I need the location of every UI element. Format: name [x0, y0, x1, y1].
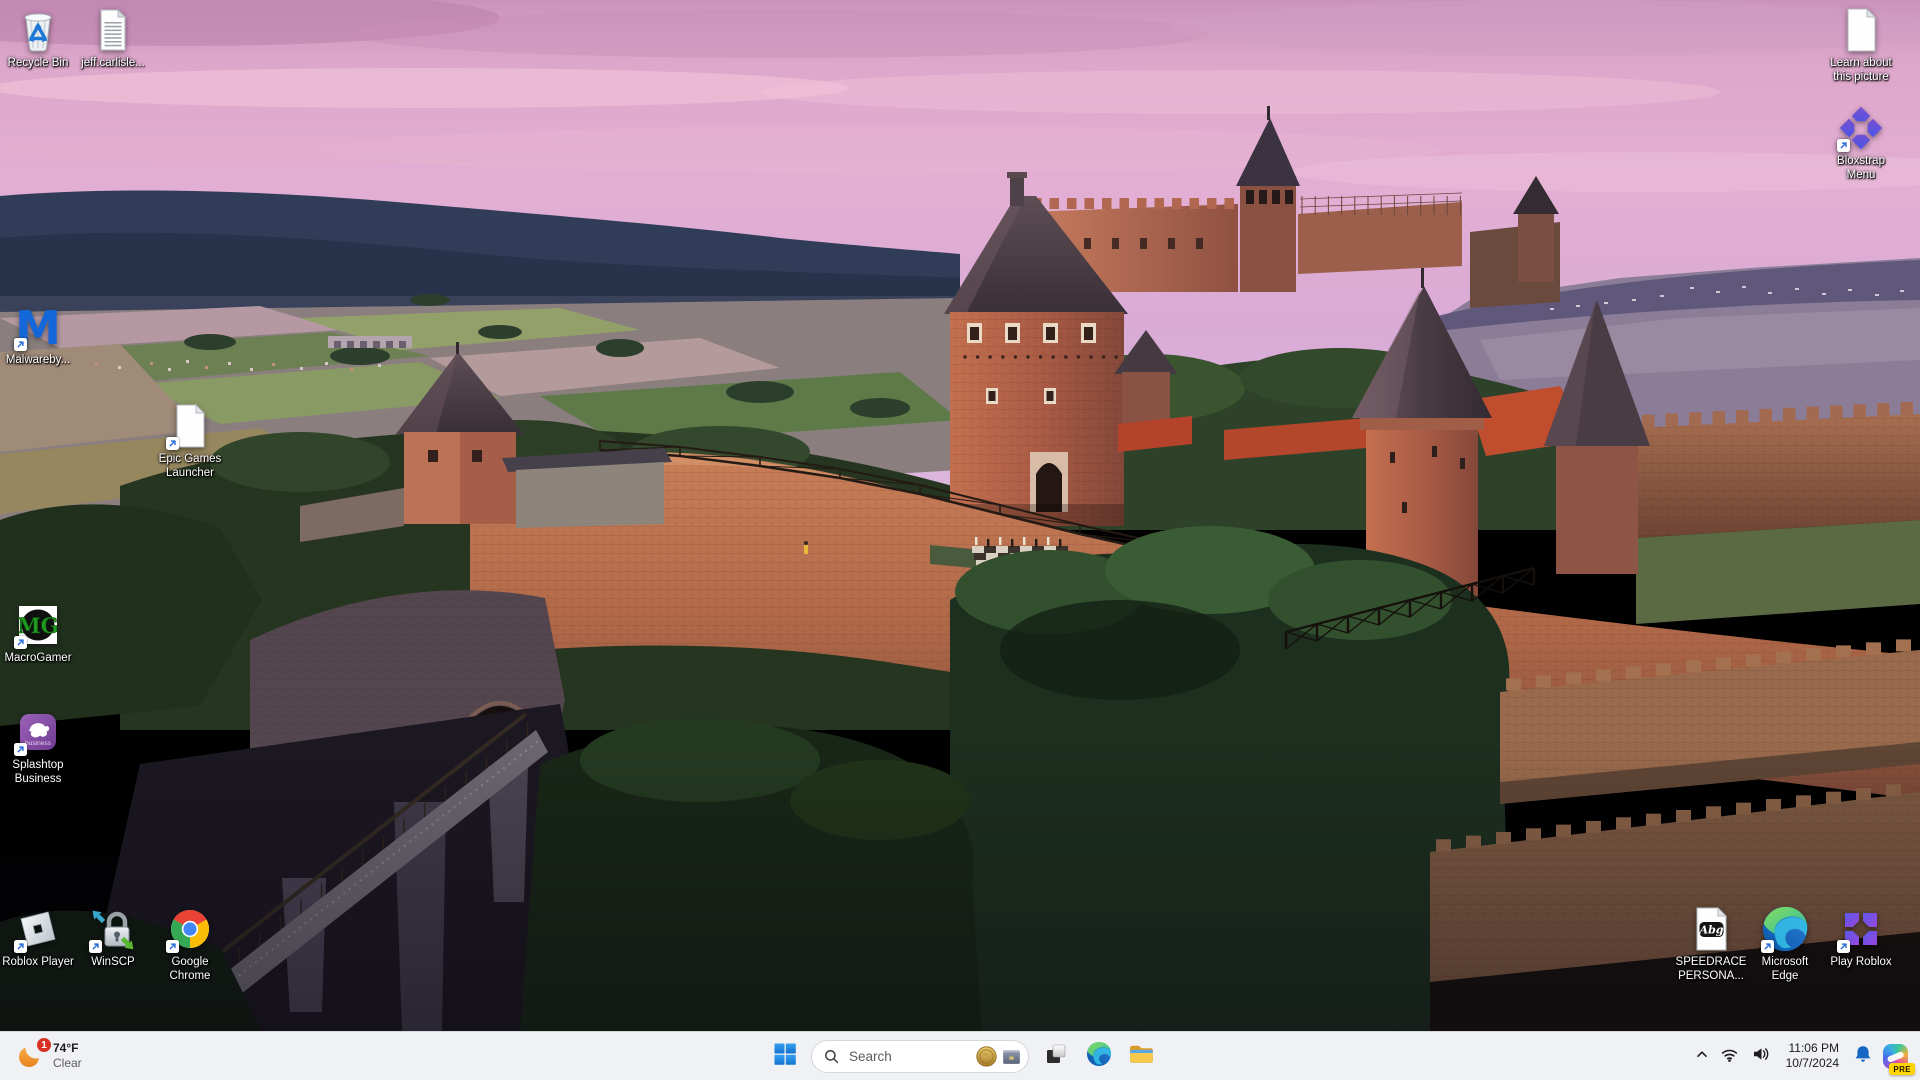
microsoft-edge-icon: [1086, 1041, 1112, 1072]
clock-button[interactable]: 11:06 PM 10/7/2024: [1786, 1041, 1839, 1071]
desktop-icon-epic-games-launcher[interactable]: Epic Games Launcher: [152, 402, 228, 480]
desktop-icon-microsoft-edge[interactable]: Microsoft Edge: [1747, 905, 1823, 983]
search-icon: [824, 1049, 839, 1064]
roblox-icon: [14, 905, 62, 953]
edge-icon: [1761, 905, 1809, 953]
desktop-icon-jeff-carlisle-document[interactable]: jeff.carlisle...: [75, 6, 151, 71]
svg-text:MG: MG: [17, 613, 58, 638]
edge-taskbar-button[interactable]: [1079, 1036, 1119, 1076]
desktop-icon-google-chrome[interactable]: Google Chrome: [152, 905, 228, 983]
weather-condition: Clear: [53, 1056, 82, 1071]
doc-blank-icon: [166, 402, 214, 450]
recycle-icon: [14, 6, 62, 54]
splashtop-icon: business: [14, 708, 62, 756]
shortcut-arrow-icon: [1837, 940, 1850, 953]
pinned-squares-app-button[interactable]: [1036, 1036, 1076, 1076]
shortcut-arrow-icon: [14, 940, 27, 953]
wifi-button[interactable]: [1715, 1036, 1745, 1076]
svg-text:business: business: [25, 740, 51, 747]
widgets-weather-button[interactable]: 1 74°F Clear: [6, 1032, 92, 1080]
shortcut-arrow-icon: [1837, 139, 1850, 152]
desktop: Recycle Bin jeff.carlisle... Learn about…: [0, 0, 1920, 1080]
desktop-icon-play-roblox[interactable]: Play Roblox: [1823, 905, 1899, 970]
desktop-icon-malwarebytes[interactable]: M Malwareby...: [0, 303, 76, 368]
file-explorer-button[interactable]: [1122, 1036, 1162, 1076]
desktop-icon-learn-about-this-picture[interactable]: Learn about this picture: [1823, 6, 1899, 84]
windows-logo-icon: [773, 1042, 797, 1071]
desktop-icon-label: jeff.carlisle...: [75, 57, 151, 71]
search-highlight-medal-icon: [975, 1045, 998, 1068]
desktop-icon-splashtop-business[interactable]: business Splashtop Business: [0, 708, 76, 786]
weather-moon-icon: 1: [16, 1041, 46, 1071]
widgets-notification-badge: 1: [36, 1037, 52, 1053]
desktop-icon-label: Roblox Player: [0, 956, 76, 970]
doc-lines-icon: [89, 6, 137, 54]
wifi-icon: [1720, 1045, 1739, 1068]
macrogamer-icon: MG: [14, 601, 62, 649]
speaker-icon: [1751, 1045, 1770, 1068]
desktop-icon-label: MacroGamer: [0, 652, 76, 666]
desktop-icon-label: Bloxstrap Menu: [1823, 155, 1899, 182]
date-label: 10/7/2024: [1786, 1056, 1839, 1071]
desktop-icon-recycle-bin[interactable]: Recycle Bin: [0, 6, 76, 71]
volume-button[interactable]: [1745, 1036, 1777, 1076]
bell-icon: [1853, 1044, 1873, 1069]
desktop-icon-speedrace-persona-font[interactable]: Abg SPEEDRACE PERSONA...: [1673, 905, 1749, 983]
search-highlight-case-icon: [1000, 1045, 1023, 1068]
desktop-icons-layer: Recycle Bin jeff.carlisle... Learn about…: [0, 0, 1920, 1032]
desktop-icon-label: Learn about this picture: [1823, 57, 1899, 84]
shortcut-arrow-icon: [166, 437, 179, 450]
desktop-icon-winscp[interactable]: WinSCP: [75, 905, 151, 970]
chevron-up-icon: [1694, 1046, 1710, 1067]
desktop-icon-label: Google Chrome: [152, 956, 228, 983]
desktop-icon-label: Malwareby...: [0, 354, 76, 368]
taskbar: 1 74°F Clear: [0, 1031, 1920, 1080]
blox-diamond-icon: [1837, 104, 1885, 152]
desktop-icon-label: Splashtop Business: [0, 759, 76, 786]
desktop-icon-macrogamer[interactable]: MG MacroGamer: [0, 601, 76, 666]
shortcut-arrow-icon: [1761, 940, 1774, 953]
shortcut-arrow-icon: [14, 636, 27, 649]
svg-text:Abg: Abg: [1699, 924, 1724, 937]
copilot-pre-badge: PRE: [1889, 1063, 1915, 1075]
shortcut-arrow-icon: [166, 940, 179, 953]
shortcut-arrow-icon: [14, 338, 27, 351]
desktop-icon-label: Microsoft Edge: [1747, 956, 1823, 983]
desktop-icon-label: Play Roblox: [1823, 956, 1899, 970]
blox-grid-icon: [1837, 905, 1885, 953]
desktop-icon-bloxstrap-menu[interactable]: Bloxstrap Menu: [1823, 104, 1899, 182]
desktop-icon-roblox-player[interactable]: Roblox Player: [0, 905, 76, 970]
time-label: 11:06 PM: [1789, 1041, 1839, 1056]
weather-temperature: 74°F: [53, 1041, 82, 1056]
copilot-button[interactable]: PRE: [1878, 1036, 1912, 1076]
search-input[interactable]: [847, 1048, 975, 1065]
notification-bell-button[interactable]: [1848, 1036, 1878, 1076]
taskbar-search[interactable]: [811, 1040, 1029, 1073]
folder-icon: [1128, 1040, 1155, 1072]
font-file-icon: Abg: [1687, 905, 1735, 953]
desktop-icon-label: Recycle Bin: [0, 57, 76, 71]
hidden-icons-button[interactable]: [1689, 1036, 1715, 1076]
winscp-icon: [89, 905, 137, 953]
overlapping-squares-icon: [1044, 1042, 1068, 1071]
desktop-icon-label: SPEEDRACE PERSONA...: [1673, 956, 1749, 983]
start-button[interactable]: [765, 1036, 805, 1076]
desktop-icon-label: WinSCP: [75, 956, 151, 970]
shortcut-arrow-icon: [89, 940, 102, 953]
desktop-icon-label: Epic Games Launcher: [152, 453, 228, 480]
malwarebytes-icon: M: [14, 303, 62, 351]
chrome-icon: [166, 905, 214, 953]
shortcut-arrow-icon: [14, 743, 27, 756]
doc-blank-icon: [1837, 6, 1885, 54]
